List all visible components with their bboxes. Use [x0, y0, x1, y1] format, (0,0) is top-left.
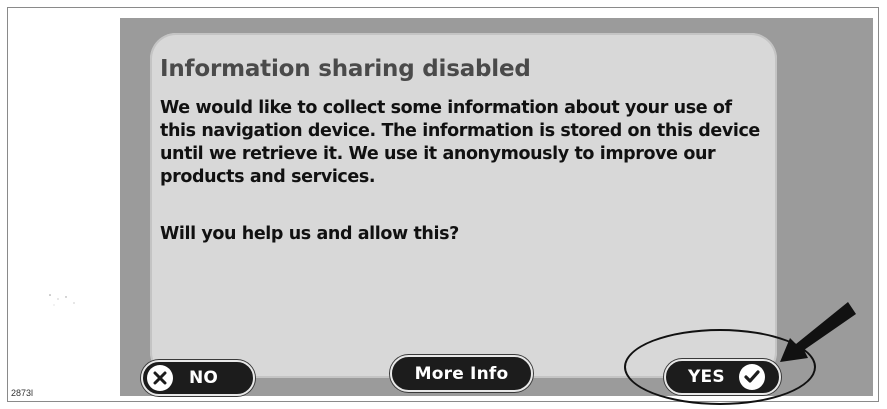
pointer-arrow-icon	[780, 302, 856, 362]
dialog-message: We would like to collect some informatio…	[160, 98, 760, 187]
dialog-title: Information sharing disabled	[160, 56, 531, 82]
no-button-label: NO	[189, 368, 219, 388]
dialog-panel	[150, 33, 777, 378]
more-info-button-label: More Info	[414, 363, 509, 384]
scan-specks	[49, 294, 75, 306]
x-circle-icon	[147, 365, 173, 391]
no-button[interactable]: NO	[141, 360, 255, 396]
figure-code: 2873l	[11, 388, 34, 398]
dialog-question: Will you help us and allow this?	[160, 224, 459, 244]
more-info-button[interactable]: More Info	[390, 355, 533, 392]
